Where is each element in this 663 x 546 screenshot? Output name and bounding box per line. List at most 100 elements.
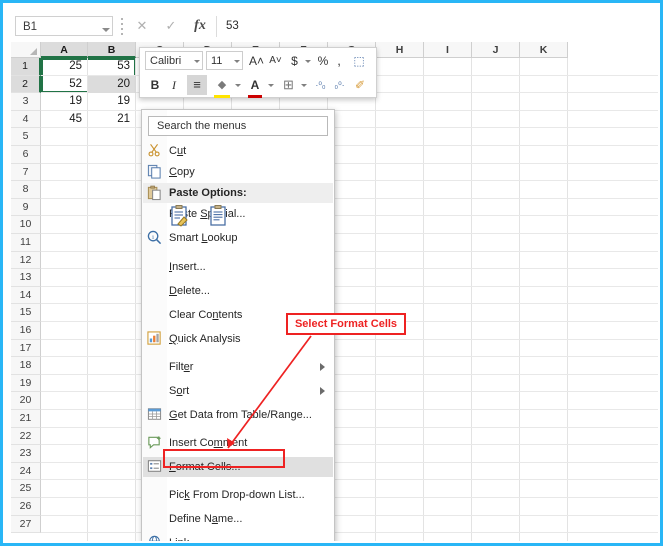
select-all-icon[interactable] — [11, 42, 41, 58]
menu-item-define-name[interactable]: Define Name... — [143, 509, 333, 529]
menu-item-pick-from-drop-down-list[interactable]: Pick From Drop-down List... — [143, 485, 333, 505]
menu-item-get-data-from-table-range[interactable]: Get Data from Table/Range... — [143, 405, 333, 425]
row-header-12[interactable]: 12 — [11, 251, 41, 270]
cell-A4[interactable]: 45 — [41, 111, 88, 129]
percent-style-icon[interactable]: % — [316, 51, 330, 71]
row-header-2[interactable]: 2 — [11, 75, 41, 94]
row-header-5[interactable]: 5 — [11, 128, 41, 146]
row-header-17[interactable]: 17 — [11, 339, 41, 358]
row-header-26[interactable]: 26 — [11, 498, 41, 516]
row-header-27[interactable]: 27 — [11, 515, 41, 534]
column-header-b[interactable]: B — [88, 42, 136, 58]
search-input[interactable]: Search the menus — [148, 116, 328, 136]
menu-item-label: Smart Lookup — [169, 232, 238, 244]
borders-chevron-down-icon[interactable] — [301, 84, 307, 87]
column-header-a[interactable]: A — [41, 42, 88, 58]
menu-item-cut[interactable]: Cut — [143, 141, 333, 161]
gridline-horizontal — [41, 514, 658, 516]
row-header-19[interactable]: 19 — [11, 374, 41, 393]
cell-A2[interactable]: 52 — [41, 76, 88, 94]
accounting-chevron-down-icon[interactable] — [305, 60, 311, 63]
paste-keep-formatting-icon[interactable] — [206, 204, 230, 228]
align-center-icon[interactable]: ≡ — [187, 75, 207, 95]
font-name-chevron-down-icon[interactable] — [194, 60, 200, 63]
font-size-chevron-down-icon[interactable] — [234, 60, 240, 63]
row-header-21[interactable]: 21 — [11, 410, 41, 428]
bold-icon[interactable]: B — [148, 75, 162, 95]
menu-item-label: Delete... — [169, 285, 210, 297]
formula-bar-divider — [216, 16, 217, 37]
row-header-11[interactable]: 11 — [11, 234, 41, 252]
row-header-22[interactable]: 22 — [11, 427, 41, 446]
font-color-icon[interactable]: A — [248, 75, 262, 98]
menu-item-smart-lookup[interactable]: i Smart Lookup — [143, 228, 333, 248]
menu-item-paste-options[interactable]: Paste Options: — [143, 183, 333, 203]
enter-icon[interactable]: ✓ — [158, 15, 184, 37]
gridline-horizontal — [41, 373, 658, 375]
row-header-13[interactable]: 13 — [11, 269, 41, 287]
cell-A3[interactable]: 19 — [41, 93, 88, 111]
increase-decimal-icon[interactable]: ·⁰₀ — [312, 75, 329, 95]
font-color-chevron-down-icon[interactable] — [268, 84, 274, 87]
row-header-16[interactable]: 16 — [11, 322, 41, 340]
format-painter-icon[interactable]: ✐ — [352, 75, 368, 95]
column-header-j[interactable]: J — [472, 42, 520, 58]
column-header-h[interactable]: H — [376, 42, 424, 58]
row-header-24[interactable]: 24 — [11, 462, 41, 481]
copy-icon — [147, 164, 164, 180]
row-header-7[interactable]: 7 — [11, 163, 41, 182]
paste-values-icon[interactable] — [168, 204, 192, 228]
row-header-20[interactable]: 20 — [11, 392, 41, 410]
annotation-label: Select Format Cells — [286, 313, 406, 335]
menu-item-label: Sort — [169, 385, 190, 397]
cell-B2[interactable]: 20 — [88, 75, 136, 94]
row-header-14[interactable]: 14 — [11, 286, 41, 305]
svg-text:i: i — [152, 234, 154, 241]
fill-color-chevron-down-icon[interactable] — [235, 84, 241, 87]
cancel-icon[interactable]: ✕ — [129, 15, 155, 37]
cells-area[interactable]: 25 53 52 20 19 19 45 21 — [41, 58, 658, 541]
scissors-icon — [147, 143, 164, 159]
comma-style-icon[interactable]: , — [334, 51, 344, 71]
grow-font-icon[interactable]: A˄ — [248, 51, 265, 71]
insert-function-icon[interactable]: fx — [187, 15, 213, 37]
cell-B3[interactable]: 19 — [88, 93, 136, 111]
gridline-horizontal — [41, 356, 658, 358]
row-header-10[interactable]: 10 — [11, 216, 41, 234]
menu-item-link[interactable]: Link — [143, 533, 333, 541]
borders-icon[interactable]: ⊞ — [280, 75, 297, 95]
accounting-number-format-icon[interactable]: $ — [288, 51, 301, 71]
cell-B1[interactable]: 53 — [88, 58, 136, 76]
row-header-25[interactable]: 25 — [11, 480, 41, 498]
paste-options-icons[interactable] — [168, 204, 238, 228]
merge-cells-icon[interactable]: ⬚ — [350, 51, 368, 71]
column-header-k[interactable]: K — [520, 42, 568, 58]
italic-icon[interactable]: I — [168, 75, 180, 95]
menu-item-delete[interactable]: Delete... — [143, 281, 333, 301]
name-box[interactable]: B1 — [15, 16, 113, 36]
menu-item-sort[interactable]: Sort — [143, 381, 333, 401]
formula-input[interactable]: 53 — [226, 16, 646, 37]
menu-item-copy[interactable]: Copy — [143, 162, 333, 182]
fill-color-icon[interactable]: ◆ — [214, 75, 230, 98]
menu-item-label: Pick From Drop-down List... — [169, 489, 305, 501]
row-header-9[interactable]: 9 — [11, 198, 41, 217]
row-header-8[interactable]: 8 — [11, 181, 41, 199]
shrink-font-icon[interactable]: A˅ — [267, 51, 284, 71]
menu-item-filter[interactable]: Filter — [143, 357, 333, 377]
decrease-decimal-icon[interactable]: ₀⁰· — [331, 75, 348, 95]
menu-item-insert[interactable]: Insert... — [143, 257, 333, 277]
row-header-15[interactable]: 15 — [11, 304, 41, 322]
excel-app: B1 ✕ ✓ fx 53 ABCDEFGHIJK 123456789101112… — [11, 11, 658, 541]
row-header-23[interactable]: 23 — [11, 445, 41, 463]
cell-A1[interactable]: 25 — [41, 58, 88, 76]
chevron-down-icon[interactable] — [102, 28, 110, 32]
column-header-i[interactable]: I — [424, 42, 472, 58]
cell-B4[interactable]: 21 — [88, 111, 136, 129]
row-header-3[interactable]: 3 — [11, 93, 41, 111]
row-header-4[interactable]: 4 — [11, 110, 41, 129]
row-header-6[interactable]: 6 — [11, 146, 41, 164]
row-header-18[interactable]: 18 — [11, 357, 41, 375]
mini-toolbar[interactable]: Calibri 11 A˄ A˅ $ % , ⬚ B I ≡ ◆ A ⊞ ·⁰₀… — [139, 47, 377, 98]
row-header-1[interactable]: 1 — [11, 58, 41, 76]
